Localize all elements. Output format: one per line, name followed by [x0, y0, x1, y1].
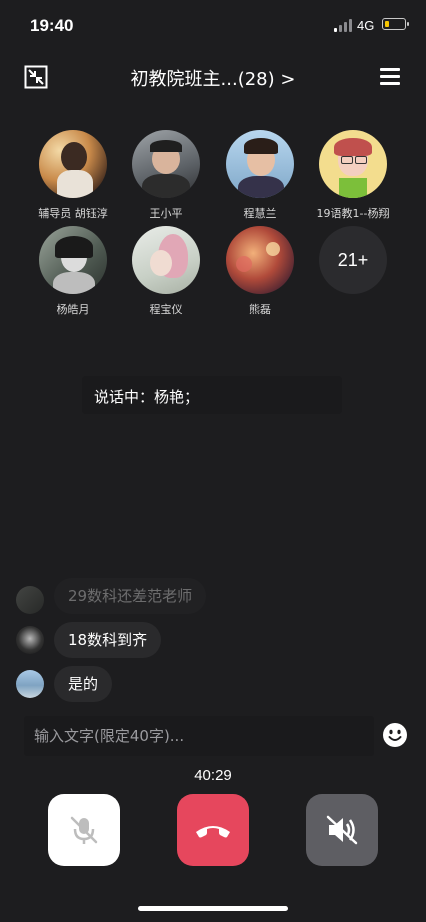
- member-item[interactable]: 程宝仪: [116, 226, 216, 317]
- voice-call-screen: 19:40 4G 初教院班主...(28) > 辅导员 胡钰淳 王小平 程慧兰 …: [0, 0, 426, 922]
- chat-bubble: 29数科还差范老师: [54, 578, 207, 614]
- status-time: 19:40: [30, 16, 74, 35]
- member-name: 杨皓月: [56, 303, 90, 316]
- member-item[interactable]: 熊磊: [210, 226, 310, 317]
- member-item[interactable]: 王小平: [116, 130, 216, 221]
- home-indicator[interactable]: [138, 906, 288, 911]
- member-item[interactable]: 19语教1--杨翔: [303, 130, 403, 221]
- member-name: 熊磊: [249, 303, 271, 316]
- member-avatar: [132, 130, 200, 198]
- chat-avatar: [16, 626, 44, 654]
- member-name: 程宝仪: [149, 303, 183, 316]
- member-name: 程慧兰: [243, 207, 277, 220]
- speaker-button[interactable]: [306, 794, 378, 866]
- group-title[interactable]: 初教院班主...(28) >: [0, 65, 426, 91]
- member-name: 王小平: [149, 207, 183, 220]
- member-name: 辅导员 胡钰淳: [38, 207, 108, 220]
- member-avatar: [39, 130, 107, 198]
- cellular-signal-icon: [334, 19, 354, 32]
- chat-avatar: [16, 670, 44, 698]
- hang-up-button[interactable]: [177, 794, 249, 866]
- mute-button[interactable]: [48, 794, 120, 866]
- member-avatar: [39, 226, 107, 294]
- status-bar: 19:40 4G: [0, 0, 426, 50]
- member-item[interactable]: 程慧兰: [210, 130, 310, 221]
- hamburger-menu-icon[interactable]: [380, 67, 402, 87]
- call-top-bar: 初教院班主...(28) >: [0, 55, 426, 99]
- call-duration: 40:29: [194, 767, 232, 784]
- member-item[interactable]: 辅导员 胡钰淳: [23, 130, 123, 221]
- more-members[interactable]: 21+: [303, 226, 403, 294]
- more-members-count[interactable]: 21+: [319, 226, 387, 294]
- battery-level: [384, 20, 389, 27]
- chat-avatar: [16, 586, 44, 614]
- chat-bubble: 18数科到齐: [54, 622, 162, 658]
- member-avatar: [319, 130, 387, 198]
- message-input[interactable]: [24, 716, 374, 756]
- muted-mic-icon: [70, 816, 98, 844]
- chat-bubble: 是的: [54, 666, 113, 702]
- member-avatar: [226, 130, 294, 198]
- hang-up-phone-icon: [196, 826, 230, 838]
- battery-icon: [382, 18, 409, 30]
- member-avatar: [132, 226, 200, 294]
- emoji-icon[interactable]: [382, 722, 408, 748]
- member-item[interactable]: 杨皓月: [23, 226, 123, 317]
- speaking-indicator: 说话中：杨艳；: [82, 376, 342, 414]
- network-type: 4G: [357, 18, 375, 33]
- member-avatar: [226, 226, 294, 294]
- speaking-text: 说话中：杨艳；: [94, 388, 200, 406]
- member-name: 19语教1--杨翔: [316, 207, 390, 220]
- speaker-off-icon: [326, 815, 358, 845]
